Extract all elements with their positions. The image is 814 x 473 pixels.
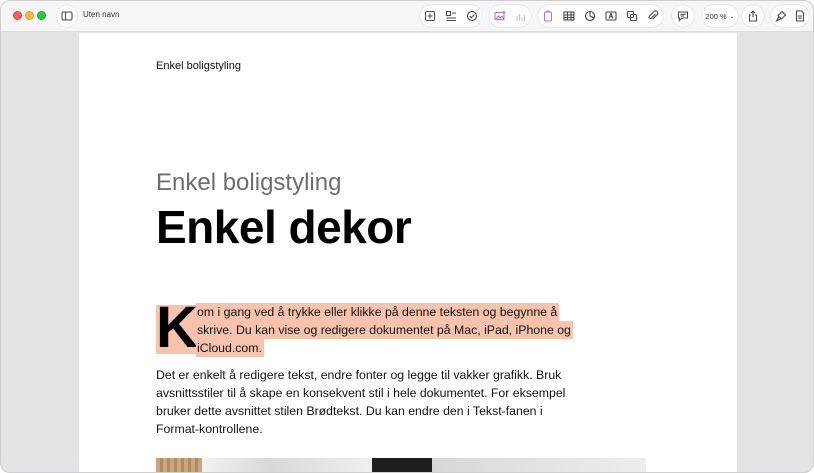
objects-group bbox=[538, 5, 663, 27]
body-line: bruker dette avsnittet stilen Brødtekst.… bbox=[156, 404, 543, 418]
add-page-icon[interactable] bbox=[423, 9, 437, 23]
document-page[interactable]: Enkel boligstyling Enkel boligstyling En… bbox=[79, 33, 737, 472]
media-icon[interactable] bbox=[493, 9, 507, 23]
chevron-down-icon: ⌄ bbox=[729, 13, 735, 20]
spellcheck-icon[interactable] bbox=[465, 9, 479, 23]
document-icon[interactable] bbox=[793, 9, 807, 23]
image-segment bbox=[432, 458, 646, 472]
inspector-group bbox=[771, 5, 809, 27]
image-segment bbox=[156, 458, 202, 472]
drop-cap[interactable]: K bbox=[156, 299, 198, 357]
decor-image[interactable] bbox=[156, 458, 646, 472]
minimize-window-button[interactable] bbox=[25, 11, 34, 20]
insert-list-icon[interactable] bbox=[444, 9, 458, 23]
close-window-button[interactable] bbox=[13, 11, 22, 20]
format-brush-icon[interactable] bbox=[774, 9, 788, 23]
comment-button[interactable] bbox=[672, 5, 694, 27]
app-window: Uten navn 200 % ⌄ Enkel boligstyling Enk… bbox=[0, 0, 814, 473]
page-header[interactable]: Enkel boligstyling bbox=[156, 60, 241, 72]
attachment-icon[interactable] bbox=[646, 9, 660, 23]
drop-cap-letter: K bbox=[156, 295, 198, 360]
media-group bbox=[489, 5, 531, 27]
zoom-level: 200 % bbox=[705, 11, 727, 21]
body-line: Det er enkelt å redigere tekst, endre fo… bbox=[156, 368, 562, 382]
image-segment bbox=[372, 458, 432, 472]
share-icon bbox=[746, 9, 760, 23]
image-segment bbox=[202, 458, 372, 472]
body-line: avsnittsstiler til å skape en konsekvent… bbox=[156, 386, 566, 400]
sidebar-toggle-button[interactable] bbox=[57, 5, 77, 27]
document-title: Uten navn bbox=[83, 10, 120, 19]
shape-icon[interactable] bbox=[625, 9, 639, 23]
comment-icon bbox=[676, 9, 690, 23]
text-box-icon[interactable] bbox=[541, 9, 555, 23]
insert-group bbox=[420, 5, 482, 27]
chart-icon[interactable] bbox=[514, 9, 528, 23]
document-subtitle[interactable]: Enkel boligstyling bbox=[156, 169, 341, 197]
highlighted-paragraph[interactable]: om i gang ved å trykke eller klikke på d… bbox=[196, 303, 626, 357]
body-paragraph[interactable]: Det er enkelt å redigere tekst, endre fo… bbox=[156, 366, 636, 438]
highlighted-line: skrive. Du kan vise og redigere dokument… bbox=[196, 321, 573, 339]
chart-pie-icon[interactable] bbox=[583, 9, 597, 23]
table-icon[interactable] bbox=[562, 9, 576, 23]
toolbar: Uten navn 200 % ⌄ bbox=[1, 1, 813, 32]
text-icon[interactable] bbox=[604, 9, 618, 23]
share-button[interactable] bbox=[742, 5, 764, 27]
zoom-window-button[interactable] bbox=[37, 11, 46, 20]
document-title-heading[interactable]: Enkel dekor bbox=[156, 200, 412, 254]
body-line: Format-kontrollene. bbox=[156, 422, 263, 436]
sidebar-icon bbox=[60, 9, 74, 23]
highlighted-line: om i gang ved å trykke eller klikke på d… bbox=[196, 303, 560, 321]
zoom-menu[interactable]: 200 % ⌄ bbox=[702, 5, 738, 27]
highlighted-line: iCloud.com. bbox=[196, 339, 264, 357]
